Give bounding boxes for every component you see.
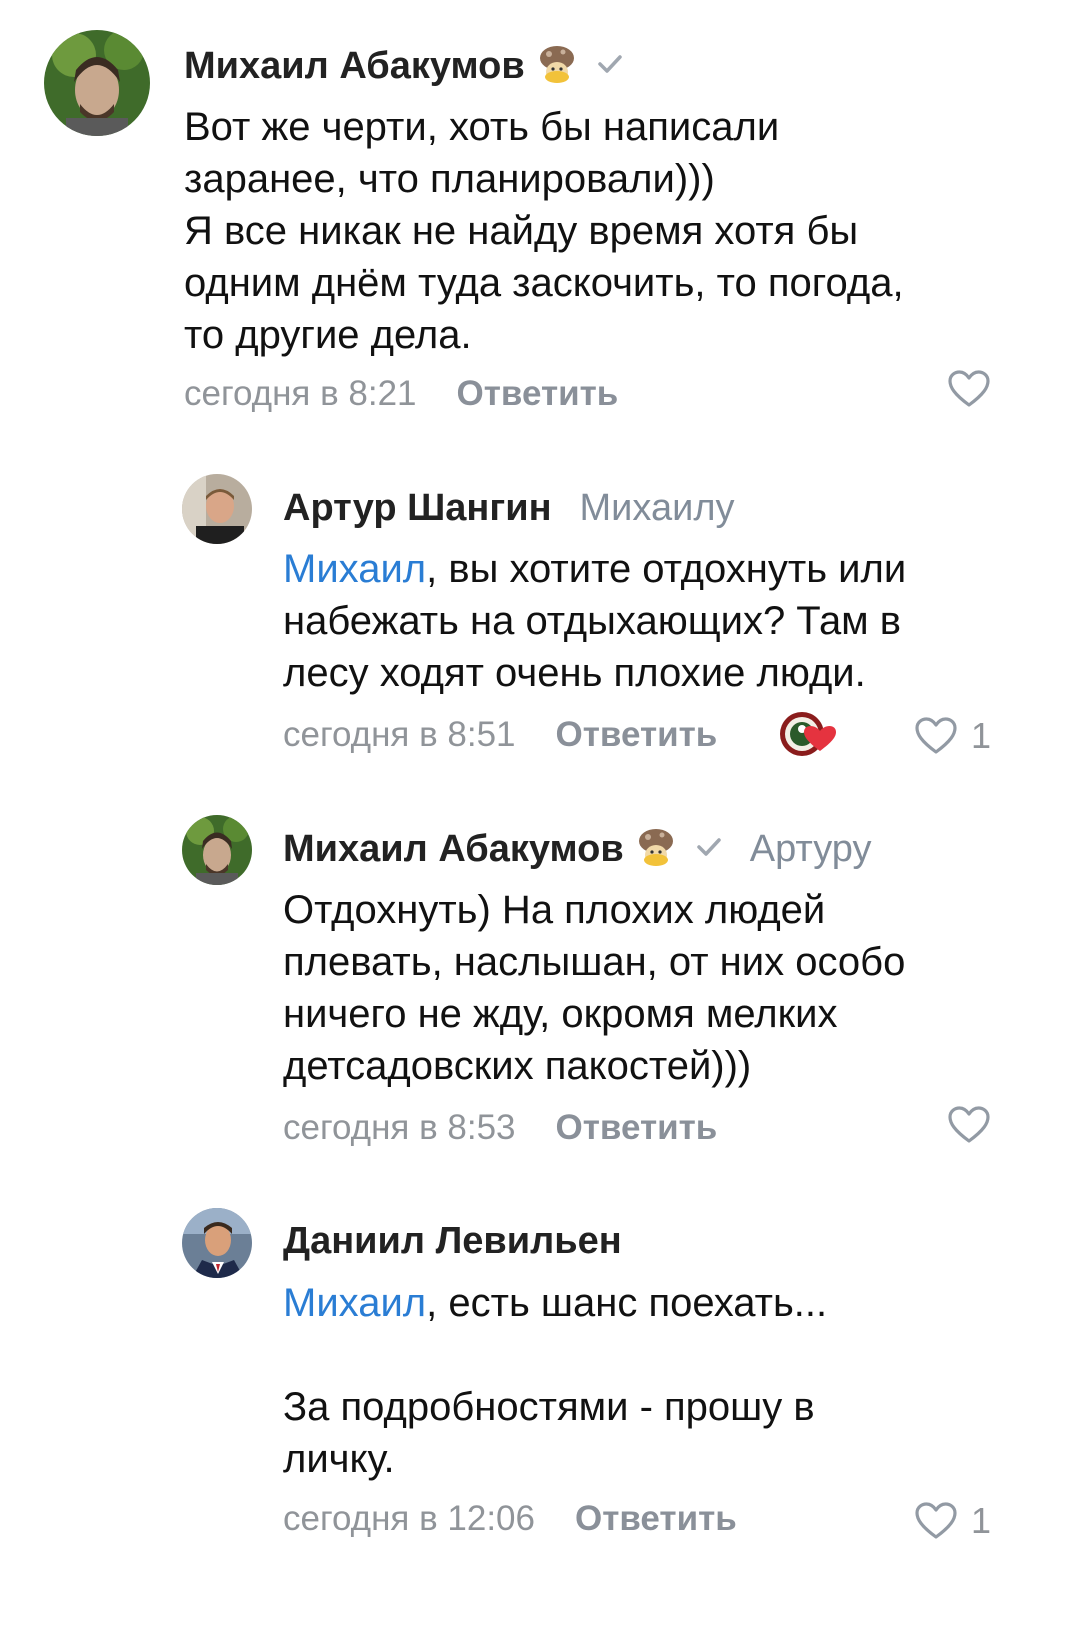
avatar[interactable] [182, 815, 252, 885]
mushroom-sticker-icon [535, 42, 579, 91]
comment-text: Отдохнуть) На плохих людей плевать, насл… [283, 888, 906, 1088]
reply-button[interactable]: Ответить [575, 1499, 737, 1539]
checkmark-icon [597, 54, 623, 79]
community-heart-reaction-icon[interactable] [778, 709, 840, 764]
like-button[interactable]: 1 [915, 1500, 991, 1542]
author-name[interactable]: Даниил Левильен [283, 1220, 622, 1263]
comment-timestamp[interactable]: сегодня в 8:51 [283, 715, 516, 755]
like-button[interactable] [948, 370, 990, 408]
mention-link[interactable]: Михаил [283, 547, 426, 591]
comment: Михаил Абакумов Вот же черти, хоть бы на… [0, 0, 1080, 440]
avatar[interactable] [44, 30, 150, 136]
avatar[interactable] [182, 474, 252, 544]
comment-timestamp[interactable]: сегодня в 12:06 [283, 1499, 535, 1539]
author-name[interactable]: Михаил Абакумов [283, 828, 624, 871]
comment-header: Михаил Абакумов [184, 40, 623, 92]
mention-link[interactable]: Михаил [283, 1281, 426, 1325]
comment-text: Михаил, есть шанс поехать... За подробно… [283, 1281, 828, 1481]
reply-button[interactable]: Ответить [556, 1108, 718, 1148]
comment-header: Артур Шангин Михаилу [283, 482, 735, 534]
avatar[interactable] [182, 1208, 252, 1278]
reply-button[interactable]: Ответить [556, 715, 718, 755]
author-name[interactable]: Артур Шангин [283, 487, 552, 530]
comment-footer: сегодня в 8:51 Ответить [283, 713, 717, 757]
like-count: 1 [971, 1500, 992, 1541]
author-name[interactable]: Михаил Абакумов [184, 45, 525, 88]
comment-timestamp[interactable]: сегодня в 8:53 [283, 1108, 516, 1148]
comment-timestamp[interactable]: сегодня в 8:21 [184, 374, 417, 414]
reply-to-label[interactable]: Михаилу [580, 487, 735, 530]
checkmark-icon [696, 837, 722, 862]
comment-header: Даниил Левильен [283, 1215, 622, 1267]
like-count: 1 [971, 715, 992, 756]
heart-outline-icon [948, 370, 990, 407]
comment-text: Вот же черти, хоть бы написали заранее, … [184, 105, 904, 357]
like-button[interactable]: 1 [915, 715, 991, 757]
comment-footer: сегодня в 8:53 Ответить [283, 1106, 717, 1150]
reply-to-label[interactable]: Артуру [750, 828, 872, 871]
comment-footer: сегодня в 8:21 Ответить [184, 372, 618, 416]
mushroom-sticker-icon [634, 825, 678, 874]
heart-outline-icon [915, 1502, 957, 1539]
like-button[interactable] [948, 1106, 990, 1144]
comment-header: Михаил Абакумов Артуру [283, 823, 872, 875]
reply-button[interactable]: Ответить [457, 374, 619, 414]
comment-footer: сегодня в 12:06 Ответить [283, 1497, 737, 1541]
comment-text: Михаил, вы хотите отдохнуть или набежать… [283, 547, 907, 695]
heart-outline-icon [948, 1106, 990, 1143]
heart-outline-icon [915, 717, 957, 754]
